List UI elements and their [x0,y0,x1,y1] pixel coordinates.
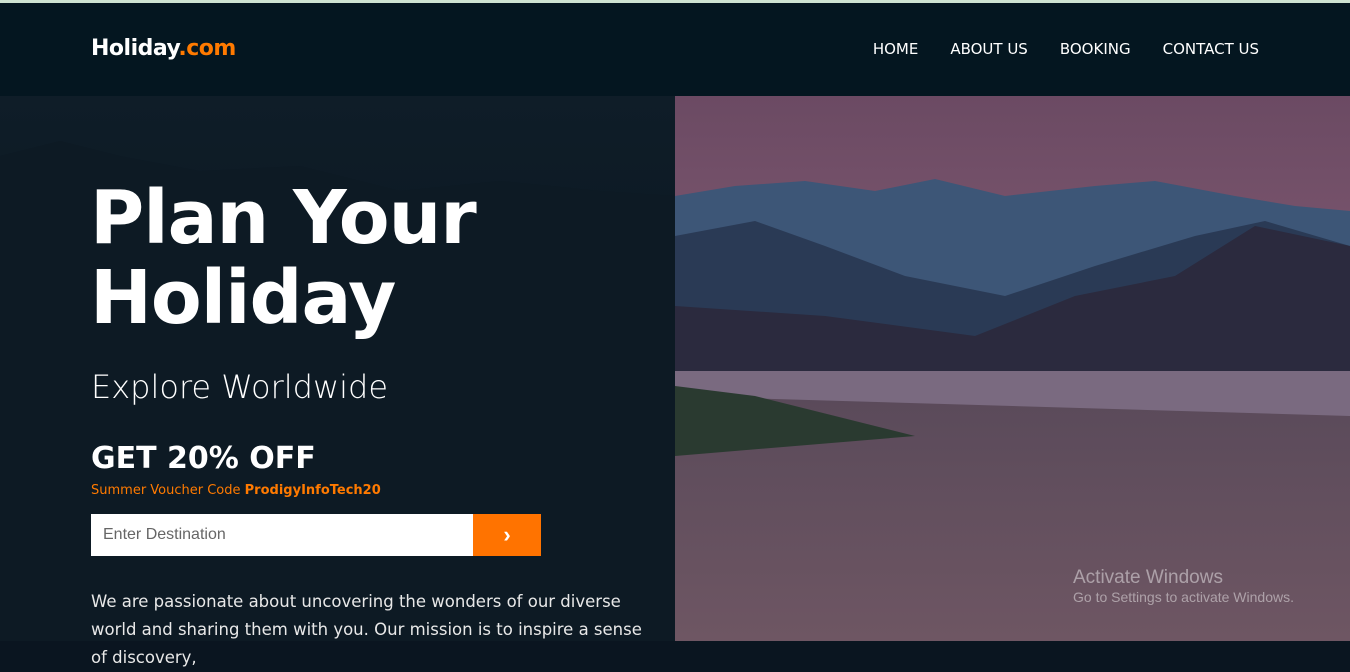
chevron-right-icon: › [503,522,511,547]
main-nav: HOME ABOUT US BOOKING CONTACT US [873,40,1259,58]
hero-subtitle: Explore Worldwide [91,368,389,406]
landscape-image [675,96,1350,641]
voucher-text: Summer Voucher Code ProdigyInfoTech20 [91,483,381,498]
nav-booking[interactable]: BOOKING [1060,40,1131,58]
nav-home[interactable]: HOME [873,40,919,58]
site-header: Holiday.com HOME ABOUT US BOOKING CONTAC… [0,3,1350,96]
nav-about-us[interactable]: ABOUT US [950,40,1028,58]
destination-input[interactable] [91,514,473,556]
offer-heading: GET 20% OFF [91,441,316,476]
logo[interactable]: Holiday.com [91,36,236,61]
voucher-code: ProdigyInfoTech20 [244,483,381,498]
hero-title: Plan Your Holiday [90,175,477,341]
nav-contact-us[interactable]: CONTACT US [1163,40,1259,58]
hero-photo [675,96,1350,641]
search-submit-button[interactable]: › [473,514,541,556]
windows-watermark: Activate Windows Go to Settings to activa… [1073,567,1294,605]
intro-paragraph: We are passionate about uncovering the w… [91,592,642,667]
